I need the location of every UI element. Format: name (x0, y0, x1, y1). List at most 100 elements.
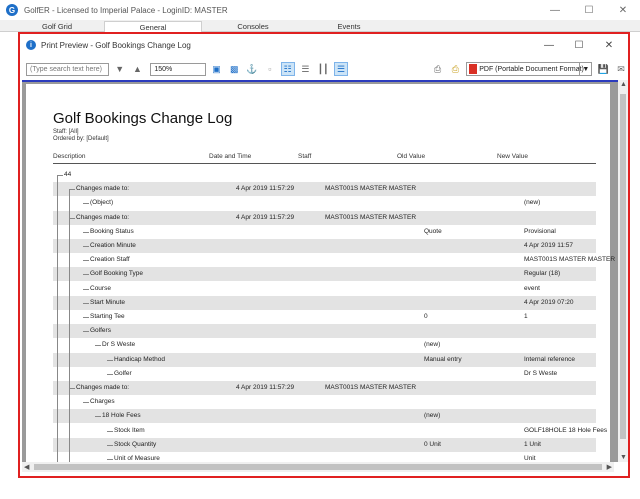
find-previous-icon[interactable]: ▲ (131, 62, 145, 76)
cell-description: Unit of Measure (114, 455, 160, 462)
horizontal-scroll-thumb[interactable] (34, 464, 602, 470)
cell-old-value: Manual entry (424, 355, 462, 363)
report-ordered-by: Ordered by: [Default] (53, 136, 109, 142)
scroll-right-icon[interactable]: ▶ (607, 463, 612, 471)
preview-minimize-icon[interactable]: — (534, 36, 564, 54)
email-icon[interactable]: ✉ (614, 62, 628, 76)
scroll-down-icon[interactable]: ▼ (620, 454, 627, 461)
list-view-icon[interactable]: ☰ (299, 62, 313, 76)
cell-new-value: Dr S Weste (524, 369, 558, 377)
find-next-icon[interactable]: ▼ (113, 62, 127, 76)
cell-date: 4 Apr 2019 11:57:29 (236, 213, 295, 221)
tab-golf-grid[interactable]: Golf Grid (12, 21, 102, 32)
tree-connector (83, 302, 89, 304)
cell-staff: MAST001S MASTER MASTER (325, 185, 417, 193)
tree-connector (83, 402, 89, 404)
cell-description: Handicap Method (114, 355, 165, 363)
cell-new-value: Provisional (524, 227, 556, 235)
scroll-up-icon[interactable]: ▲ (620, 81, 627, 88)
preview-window-controls: — ☐ ✕ (534, 36, 624, 54)
table-row: Changes made to: 4 Apr 2019 11:57:29 MAST0… (53, 182, 596, 197)
table-row: 18 Hole Fees (new) (53, 409, 596, 424)
vertical-scrollbar[interactable]: ▲ ▼ (618, 80, 628, 462)
tree-connector (83, 274, 89, 276)
cell-description: Golf Booking Type (90, 270, 143, 278)
tree-trunk (57, 175, 58, 462)
continuous-view-icon[interactable]: ☰ (334, 62, 348, 76)
table-row: 44 (53, 168, 596, 182)
scroll-left-icon[interactable]: ◀ (24, 463, 29, 471)
cell-staff: MAST001S MASTER MASTER (325, 384, 417, 391)
table-row: Starting Tee 0 1 (53, 310, 596, 324)
table-row: Golfer Dr S Weste (53, 367, 596, 381)
report-title: Golf Bookings Change Log (53, 110, 233, 127)
tree-connector (83, 331, 89, 333)
preview-title: Print Preview - Golf Bookings Change Log (41, 40, 191, 50)
col-header-old-value: Old Value (397, 153, 426, 160)
app-logo-icon: G (6, 4, 18, 16)
export-format-select[interactable]: PDF (Portable Document Format) ▼ (466, 62, 593, 76)
table-row: Charges (53, 395, 596, 409)
print-icon[interactable]: ⎙ (431, 62, 445, 76)
report-page: Golf Bookings Change Log Staff: [All] Or… (26, 84, 615, 462)
preview-close-icon[interactable]: ✕ (594, 36, 624, 54)
tree-connector (83, 203, 89, 205)
header-divider (53, 163, 596, 164)
preview-titlebar: i Print Preview - Golf Bookings Change L… (20, 34, 628, 56)
cell-description: Dr S Weste (102, 341, 136, 349)
table-row: (Object) (new) (53, 196, 596, 210)
tree-connector (107, 444, 113, 446)
col-header-new-value: New Value (497, 153, 528, 160)
cell-description: 44 (64, 171, 72, 178)
cell-old-value: Quote (424, 227, 442, 235)
preview-info-icon: i (26, 40, 36, 50)
app-minimize-icon[interactable]: — (538, 0, 572, 20)
save-icon[interactable]: 💾 (596, 62, 610, 76)
cell-old-value: 0 Unit (424, 440, 441, 448)
app-close-icon[interactable]: ✕ (606, 0, 640, 20)
export-format-value: PDF (Portable Document Format) (479, 65, 584, 73)
zoom-input[interactable]: 150% (150, 62, 206, 76)
tree-trunk (69, 189, 70, 462)
quick-print-icon[interactable]: ⎙ (448, 62, 462, 76)
cell-description: Creation Minute (90, 242, 136, 249)
preview-maximize-icon[interactable]: ☐ (564, 36, 594, 54)
preview-canvas[interactable]: Golf Bookings Change Log Staff: [All] Or… (22, 80, 624, 462)
table-row: Start Minute 4 Apr 2019 07:20 (53, 295, 596, 310)
main-tabbar: Golf Grid General Consoles Events (0, 20, 640, 32)
cell-new-value: GOLF18HOLE 18 Hole Fees (524, 426, 608, 434)
table-row: Creation Staff MAST001S MASTER MASTER (53, 253, 615, 267)
cell-description: Golfer (114, 369, 132, 377)
cell-new-value: 1 Unit (524, 440, 541, 448)
print-preview-window: i Print Preview - Golf Bookings Change L… (18, 32, 630, 478)
page-setup-icon[interactable]: ▩ (227, 62, 241, 76)
columns-view-icon[interactable]: ┃┃ (316, 62, 330, 76)
table-row: Golf Booking Type Regular (18) (53, 267, 596, 282)
tab-consoles[interactable]: Consoles (204, 21, 302, 32)
cell-new-value: MAST001S MASTER MASTER (524, 256, 616, 264)
anchor-icon[interactable]: ⚓ (245, 62, 259, 76)
cell-staff: MAST001S MASTER MASTER (325, 213, 417, 221)
search-input[interactable]: (Type search text here) (26, 62, 109, 76)
app-title: GolfER - Licensed to Imperial Palace - L… (24, 5, 228, 15)
tab-general[interactable]: General (104, 21, 202, 32)
tree-view-icon[interactable]: ☷ (280, 62, 295, 76)
cell-description: 18 Hole Fees (102, 412, 141, 420)
cell-description: Changes made to: (76, 213, 130, 221)
zoom-to-fit-icon[interactable]: ▣ (210, 62, 224, 76)
table-row: Changes made to: 4 Apr 2019 11:57:29 MAST0… (53, 381, 596, 395)
vertical-scroll-thumb[interactable] (620, 94, 626, 439)
cell-description: Changes made to: (76, 185, 130, 193)
cell-description: Changes made to: (76, 384, 130, 391)
horizontal-scrollbar[interactable]: ◀ ▶ (22, 462, 614, 472)
tree-connector (107, 373, 113, 375)
tree-connector (95, 416, 101, 418)
app-maximize-icon[interactable]: ☐ (572, 0, 606, 20)
single-page-icon[interactable]: ▫ (263, 62, 277, 76)
tree-connector (107, 430, 113, 432)
pdf-icon (469, 64, 478, 74)
tab-events[interactable]: Events (304, 21, 394, 32)
cell-new-value: event (524, 284, 540, 292)
tree-connector (83, 288, 89, 290)
chevron-down-icon[interactable]: ▼ (579, 63, 591, 75)
